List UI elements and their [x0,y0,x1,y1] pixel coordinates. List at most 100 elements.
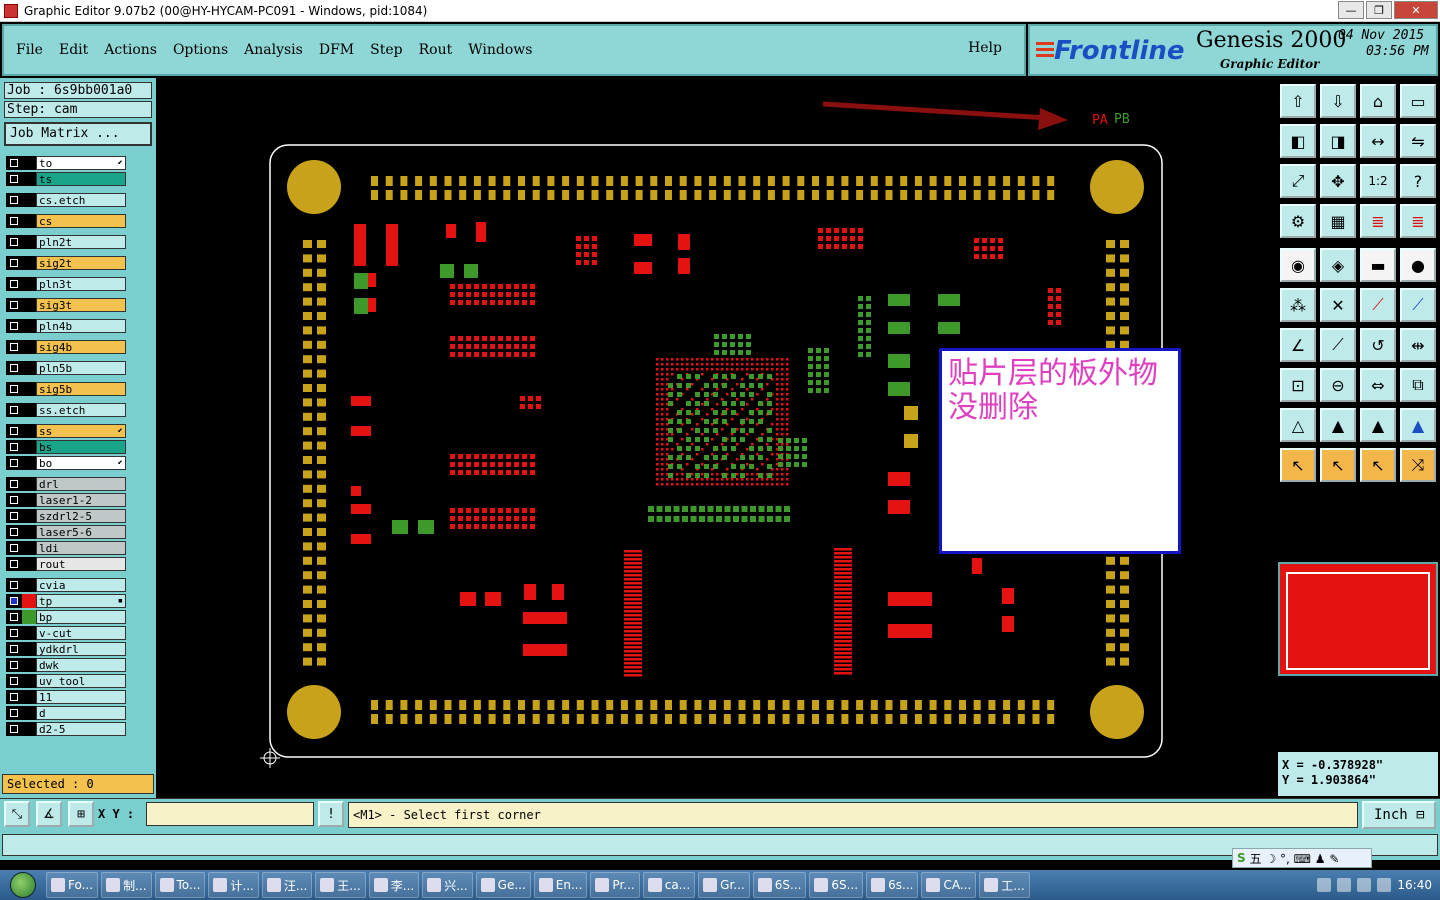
layer-checkbox[interactable] [6,477,22,491]
layer-name[interactable]: pln4b [36,319,126,333]
layer-name[interactable]: drl [36,477,126,491]
layers-config-icon[interactable]: ⚙ [1280,204,1316,238]
layer-name[interactable]: szdrl2-5 [36,509,126,523]
home-up-icon[interactable]: ⇧ [1280,84,1316,118]
layer-color-swatch[interactable] [22,610,36,624]
layer-row[interactable]: sig2t [6,256,126,270]
layer-view-red-icon[interactable]: ≣ [1360,204,1396,238]
minimize-button[interactable]: — [1338,1,1364,19]
taskbar-item[interactable]: 6S... [809,872,864,898]
taskbar-item[interactable]: ca... [642,872,696,898]
measure-icon[interactable]: ⇔ [1360,368,1396,402]
layer-row[interactable]: bp [6,610,126,624]
zoom-fit-h-icon[interactable]: ↔ [1360,124,1396,158]
layer-row[interactable]: uv_tool [6,674,126,688]
layer-color-swatch[interactable] [22,525,36,539]
layer-checkbox[interactable] [6,277,22,291]
route-icon[interactable]: ⤨ [1400,448,1436,482]
layer-row[interactable]: szdrl2-5 [6,509,126,523]
window-split-icon[interactable]: ▭ [1400,84,1436,118]
layer-color-swatch[interactable] [22,172,36,186]
restore-button[interactable]: ❐ [1366,1,1392,19]
layer-name[interactable]: pln3t [36,277,126,291]
tray-icon[interactable] [1317,878,1332,892]
layer-checkbox[interactable] [6,440,22,454]
layer-name[interactable]: bs [36,440,126,454]
taskbar-item[interactable]: Fo... [46,872,99,898]
menu-dfm[interactable]: DFM [311,42,362,58]
clock[interactable]: 16:40 [1397,878,1432,892]
layer-row[interactable]: ydkdrl [6,642,126,656]
layer-checkbox[interactable] [6,525,22,539]
layer-row[interactable]: laser5-6 [6,525,126,539]
cross-icon[interactable]: ✕ [1320,288,1356,322]
taskbar-item[interactable]: 6s... [866,872,919,898]
menu-file[interactable]: File [4,42,51,58]
layer-checkbox[interactable] [6,214,22,228]
taskbar-item[interactable]: Ge... [475,872,531,898]
layer-checkbox[interactable] [6,382,22,396]
menu-step[interactable]: Step [362,42,410,58]
menu-windows[interactable]: Windows [460,42,540,58]
layer-checkbox[interactable] [6,256,22,270]
layer-color-swatch[interactable] [22,156,36,170]
layer-row[interactable]: tp ▪ [6,594,126,608]
zoom-box-icon[interactable]: ⤡ [4,801,30,827]
one-to-two-icon[interactable]: 1:2 [1360,164,1396,198]
layer-row[interactable]: d2-5 [6,722,126,736]
layer-checkbox[interactable] [6,674,22,688]
graphic-canvas[interactable]: PA PB 贴片层的板外物没删除 [158,78,1274,796]
start-button[interactable] [0,870,46,900]
taskbar-item[interactable]: To... [154,872,206,898]
layer-color-swatch[interactable] [22,298,36,312]
layer-name[interactable]: ydkdrl [36,642,126,656]
pad-icon[interactable]: ◉ [1280,248,1316,282]
layer-row[interactable]: ldi [6,541,126,555]
layer-color-swatch[interactable] [22,722,36,736]
diag-line-icon[interactable]: ⟋ [1320,328,1356,362]
layer-name[interactable]: tp ▪ [36,594,126,608]
layer-color-swatch[interactable] [22,557,36,571]
layer-color-swatch[interactable] [22,642,36,656]
line-break-icon[interactable]: ⊖ [1320,368,1356,402]
layer-row[interactable]: v-cut [6,626,126,640]
layer-color-swatch[interactable] [22,382,36,396]
layer-row[interactable]: bs [6,440,126,454]
layer-row[interactable]: pln4b [6,319,126,333]
triangle-arrow-icon[interactable]: ▲ [1320,408,1356,442]
layer-checkbox[interactable] [6,403,22,417]
help-query-icon[interactable]: ? [1400,164,1436,198]
menu-edit[interactable]: Edit [51,42,96,58]
layer-checkbox[interactable] [6,361,22,375]
layer-name[interactable]: pln5b [36,361,126,375]
taskbar-item[interactable]: 工... [979,872,1030,898]
layer-color-swatch[interactable] [22,477,36,491]
taskbar-item[interactable]: 李... [368,872,420,898]
layer-color-swatch[interactable] [22,256,36,270]
grid-snap-icon[interactable]: ⊞ [68,801,94,827]
xy-input[interactable] [146,802,314,826]
angle-icon[interactable]: ∠ [1280,328,1316,362]
measure-angle-icon[interactable]: ∡ [36,801,62,827]
layer-name[interactable]: v-cut [36,626,126,640]
layer-color-swatch[interactable] [22,403,36,417]
layer-color-swatch[interactable] [22,626,36,640]
layer-checkbox[interactable] [6,424,22,438]
layer-color-swatch[interactable] [22,214,36,228]
layer-name[interactable]: d [36,706,126,720]
layer-color-swatch[interactable] [22,658,36,672]
layer-checkbox[interactable] [6,493,22,507]
layer-checkbox[interactable] [6,235,22,249]
layer-color-swatch[interactable] [22,456,36,470]
snap-icon[interactable]: ⊡ [1280,368,1316,402]
layer-checkbox[interactable] [6,722,22,736]
layer-row[interactable]: cs [6,214,126,228]
line-red-icon[interactable]: ⟋ [1360,288,1396,322]
fit-screen-icon[interactable]: ⤢ [1280,164,1316,198]
layer-name[interactable]: d2-5 [36,722,126,736]
layer-row[interactable]: ss ⬋ [6,424,126,438]
layer-checkbox[interactable] [6,541,22,555]
layer-name[interactable]: rout [36,557,126,571]
line-blue-icon[interactable]: ⟋ [1400,288,1436,322]
layer-name[interactable]: ldi [36,541,126,555]
